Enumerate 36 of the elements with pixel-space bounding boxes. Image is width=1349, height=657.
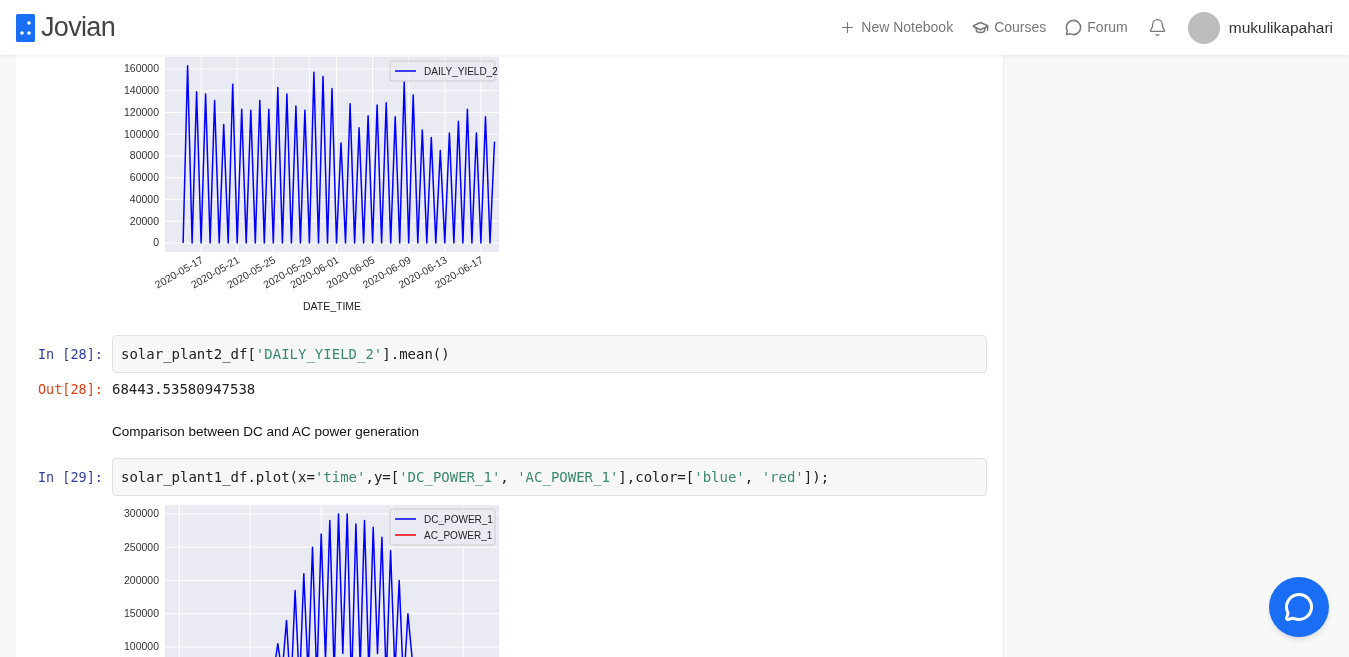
input-prompt: In [28]: (36, 344, 104, 364)
y-axis-tick-label: 160000 (123, 62, 159, 75)
input-prompt: In [29]: (36, 467, 104, 487)
y-axis-tick-label: 150000 (123, 607, 159, 620)
chat-bubble-icon (1065, 19, 1083, 36)
y-axis-tick-label: 120000 (123, 105, 159, 118)
y-axis-tick-label: 20000 (129, 214, 159, 227)
y-axis-tick-label: 80000 (129, 149, 159, 162)
nav-link[interactable]: Courses (972, 17, 1047, 38)
output-prompt: Out[28]: (36, 379, 104, 399)
legend-label: AC_POWER_1 (424, 529, 493, 541)
y-axis-tick-label: 100000 (123, 127, 159, 140)
notification-bell-icon[interactable] (1147, 18, 1167, 37)
y-axis-tick-label: 200000 (123, 574, 159, 586)
nav-link[interactable]: New Notebook (839, 17, 954, 38)
chat-icon (1284, 592, 1314, 622)
y-axis-tick-label: 0 (153, 236, 159, 249)
legend-label: DAILY_YIELD_2 (424, 65, 498, 77)
y-axis-tick-label: 100000 (123, 640, 159, 653)
logo-text[interactable]: Jovian (41, 7, 115, 48)
nav-link[interactable]: Forum (1065, 17, 1128, 38)
code-cell[interactable]: solar_plant2_df['DAILY_YIELD_2'].mean() (112, 335, 987, 373)
y-axis-tick-label: 60000 (129, 171, 159, 184)
code-cell[interactable]: solar_plant1_df.plot(x='time',y=['DC_POWER_1', 'AC_POWER_1'],color=['blue', 'red']); (112, 458, 987, 496)
logo-icon (16, 13, 35, 42)
chat-button[interactable] (1269, 577, 1329, 637)
username[interactable]: mukulikapahari (1228, 15, 1333, 40)
y-axis-tick-label: 40000 (129, 192, 159, 205)
markdown-text: Comparison between DC and AC power generation (112, 424, 419, 439)
x-axis-label: DATE_TIME (302, 300, 362, 312)
y-axis-tick-label: 300000 (123, 507, 159, 520)
y-axis-tick-label: 250000 (123, 540, 159, 553)
graduation-cap-icon (972, 19, 990, 36)
legend-label: DC_POWER_1 (424, 513, 493, 525)
output-text: 68443.53580947538 (112, 379, 256, 399)
y-axis-tick-label: 140000 (123, 84, 159, 97)
